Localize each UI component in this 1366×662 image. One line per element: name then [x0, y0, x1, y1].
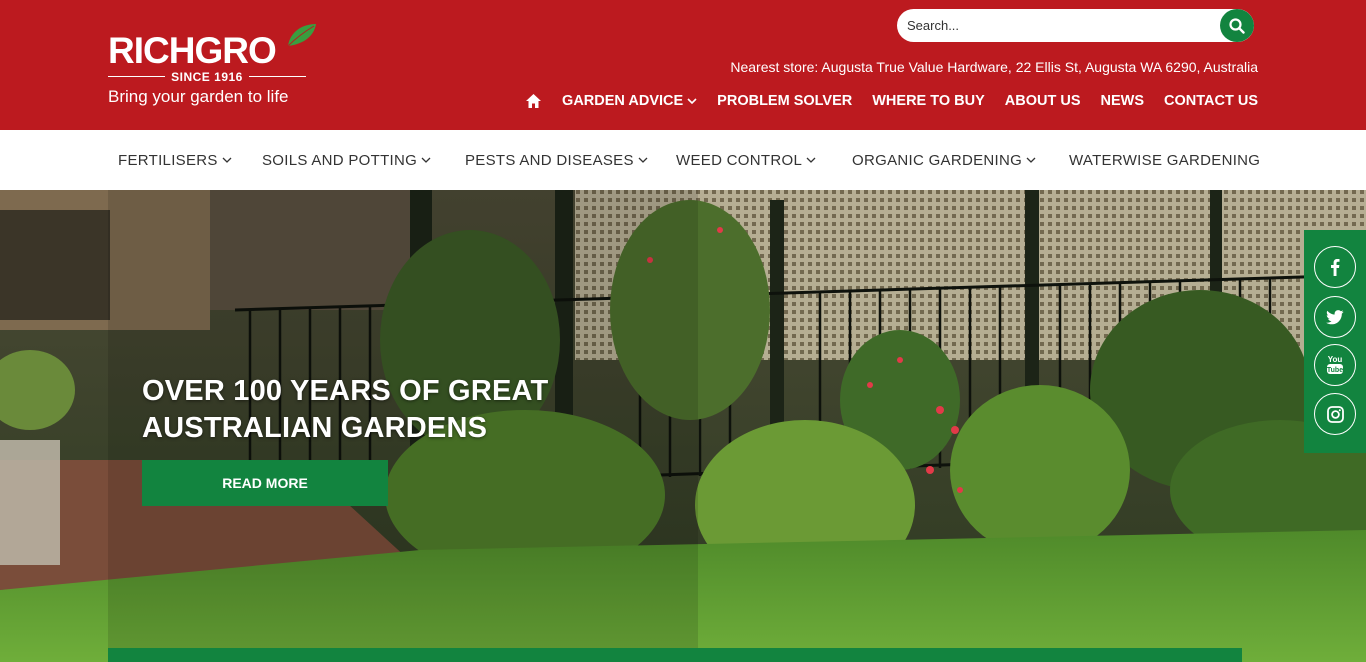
instagram-icon	[1326, 405, 1344, 423]
twitter-icon	[1326, 309, 1344, 324]
nav-contact-us[interactable]: CONTACT US	[1164, 93, 1258, 109]
chevron-down-icon	[806, 157, 816, 163]
home-icon	[526, 94, 542, 108]
content-strip	[108, 648, 1242, 662]
instagram-link[interactable]	[1314, 393, 1356, 435]
nav-problem-solver[interactable]: PROBLEM SOLVER	[717, 93, 852, 109]
category-label: FERTILISERS	[118, 151, 218, 169]
svg-text:You: You	[1328, 355, 1343, 364]
hero-banner: OVER 100 YEARS OF GREAT AUSTRALIAN GARDE…	[0, 190, 1366, 662]
category-label: ORGANIC GARDENING	[852, 151, 1023, 169]
category-fertilisers[interactable]: FERTILISERS	[118, 130, 232, 190]
category-soils-and-potting[interactable]: SOILS AND POTTING	[262, 130, 431, 190]
category-label: WEED CONTROL	[676, 151, 803, 169]
chevron-down-icon	[421, 157, 431, 163]
nav-garden-advice[interactable]: GARDEN ADVICE	[562, 93, 697, 109]
hero-title-line-2: AUSTRALIAN GARDENS	[142, 412, 488, 444]
search-button[interactable]	[1220, 9, 1254, 42]
category-label: PESTS AND DISEASES	[465, 151, 634, 169]
social-sidebar: You Tube	[1304, 230, 1366, 453]
category-pests-and-diseases[interactable]: PESTS AND DISEASES	[465, 130, 648, 190]
chevron-down-icon	[1026, 157, 1036, 163]
read-more-button[interactable]: READ MORE	[142, 460, 388, 506]
category-weed-control[interactable]: WEED CONTROL	[676, 130, 816, 190]
chevron-down-icon	[638, 157, 648, 163]
nav-home[interactable]	[525, 93, 542, 109]
youtube-icon: You Tube	[1327, 355, 1343, 374]
chevron-down-icon	[687, 97, 697, 104]
category-waterwise-gardening[interactable]: WATERWISE GARDENING	[1069, 130, 1260, 190]
facebook-icon	[1331, 259, 1340, 276]
hero-title-line-1: OVER 100 YEARS OF GREAT	[142, 375, 549, 407]
svg-text:Tube: Tube	[1327, 367, 1343, 374]
search-box	[897, 9, 1254, 42]
nearest-store[interactable]: Nearest store: Augusta True Value Hardwa…	[730, 59, 1258, 75]
search-icon	[1229, 17, 1245, 34]
category-nav: FERTILISERS SOILS AND POTTING PESTS AND …	[0, 130, 1366, 190]
leaf-icon	[287, 24, 316, 47]
logo-tagline: Bring your garden to life	[108, 87, 289, 106]
site-header: RICHGRO SINCE 1916 Bring your garden to …	[0, 0, 1366, 130]
hero-title: OVER 100 YEARS OF GREAT AUSTRALIAN GARDE…	[142, 373, 602, 447]
facebook-link[interactable]	[1314, 246, 1356, 288]
chevron-down-icon	[222, 157, 232, 163]
category-label: SOILS AND POTTING	[262, 151, 418, 169]
nav-about-us[interactable]: ABOUT US	[1005, 93, 1081, 109]
nav-news[interactable]: NEWS	[1101, 93, 1145, 109]
richgro-logo[interactable]: RICHGRO SINCE 1916 Bring your garden to …	[108, 22, 318, 112]
main-nav: GARDEN ADVICE PROBLEM SOLVER WHERE TO BU…	[525, 93, 1258, 109]
youtube-link[interactable]: You Tube	[1314, 344, 1356, 386]
search-input[interactable]	[907, 9, 1207, 42]
twitter-link[interactable]	[1314, 296, 1356, 338]
logo-since: SINCE 1916	[108, 70, 306, 84]
nav-garden-advice-label: GARDEN ADVICE	[562, 93, 684, 109]
logo-wordmark: RICHGRO	[108, 30, 277, 71]
category-organic-gardening[interactable]: ORGANIC GARDENING	[852, 130, 1036, 190]
nav-where-to-buy[interactable]: WHERE TO BUY	[872, 93, 985, 109]
